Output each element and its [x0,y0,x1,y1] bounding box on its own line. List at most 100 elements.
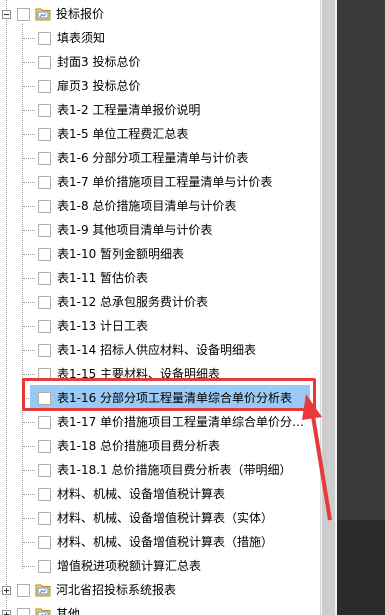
checkbox[interactable] [17,584,30,597]
checkbox[interactable] [38,104,51,117]
tree-item[interactable]: 表1-14 招标人供应材料、设备明细表 [0,338,320,362]
checkbox[interactable] [17,8,30,21]
tree-item[interactable]: 表1-7 单价措施项目工程量清单与计价表 [0,170,320,194]
expand-icon[interactable] [2,610,11,615]
tree-item[interactable]: 表1-18 总价措施项目费分析表 [0,434,320,458]
tree-item[interactable]: 表1-6 分部分项工程量清单与计价表 [0,146,320,170]
tree-branch-line [23,134,35,135]
tree-item[interactable]: 表1-17 单价措施项目工程量清单综合单价分… [0,410,320,434]
checkbox[interactable] [38,464,51,477]
tree-item[interactable]: 材料、机械、设备增值税计算表（措施） [0,530,320,554]
tree-item-label: 填表须知 [57,31,106,45]
tree-item-label: 表1-7 单价措施项目工程量清单与计价表 [57,175,273,189]
tree-item-label: 材料、机械、设备增值税计算表 [57,487,226,501]
folder-icon [35,607,51,615]
tree-branch-line [23,278,35,279]
checkbox[interactable] [38,296,51,309]
tree-folder[interactable]: 其他 [0,602,320,615]
tree-item-label: 封面3 投标总价 [57,55,141,69]
annotation-box [22,378,316,411]
tree-item[interactable]: 表1-18.1 总价措施项目费分析表（带明细） [0,458,320,482]
tree-item-label: 表1-17 单价措施项目工程量清单综合单价分… [57,415,305,429]
tree-branch-line [23,254,35,255]
checkbox[interactable] [38,320,51,333]
folder-icon [35,7,51,21]
tree-item[interactable]: 表1-5 单位工程费汇总表 [0,122,320,146]
tree-item-label: 表1-13 计日工表 [57,319,149,333]
checkbox[interactable] [38,248,51,261]
tree-item[interactable]: 增值税进项税额计算汇总表 [0,554,320,578]
tree-folder-root[interactable]: 投标报价 [0,2,320,26]
tree-item-label: 表1-11 暂估价表 [57,271,149,285]
checkbox[interactable] [38,272,51,285]
tree-item[interactable]: 表1-12 总承包服务费计价表 [0,290,320,314]
checkbox[interactable] [38,440,51,453]
tree-item-label: 表1-8 总价措施项目清单与计价表 [57,199,237,213]
tree-branch-line [23,326,35,327]
checkbox[interactable] [38,512,51,525]
checkbox[interactable] [38,152,51,165]
tree-branch-line [23,374,35,375]
tree-item[interactable]: 材料、机械、设备增值税计算表 [0,482,320,506]
tree-branch-line [23,302,35,303]
tree-branch-line [23,470,35,471]
tree-item[interactable]: 封面3 投标总价 [0,50,320,74]
tree-item-label: 表1-5 单位工程费汇总表 [57,127,189,141]
checkbox[interactable] [38,344,51,357]
folder-icon [35,583,51,597]
scrollbar-thumb[interactable] [322,0,335,615]
tree-branch-line [23,422,35,423]
tree-branch-line [23,542,35,543]
tree-branch-line [23,62,35,63]
tree-item-label: 表1-12 总承包服务费计价表 [57,295,209,309]
checkbox[interactable] [38,560,51,573]
tree-item[interactable]: 材料、机械、设备增值税计算表（实体） [0,506,320,530]
tree-folder[interactable]: 河北省招投标系统报表 [0,578,320,602]
tree-item-label: 表1-2 工程量清单报价说明 [57,103,201,117]
expand-icon[interactable] [2,586,11,595]
tree-item[interactable]: 表1-8 总价措施项目清单与计价表 [0,194,320,218]
tree-item-label: 表1-18 总价措施项目费分析表 [57,439,221,453]
checkbox[interactable] [38,176,51,189]
tree-branch-line [23,110,35,111]
checkbox[interactable] [17,608,30,615]
tree-item-label: 增值税进项税额计算汇总表 [57,559,202,573]
tree-branch-line [23,494,35,495]
tree-branch-line [23,206,35,207]
tree-item-label: 河北省招投标系统报表 [56,583,177,597]
checkbox[interactable] [38,128,51,141]
tree-branch-line [23,446,35,447]
tree-item-label: 投标报价 [56,7,105,21]
collapse-icon[interactable] [2,10,11,19]
checkbox[interactable] [38,536,51,549]
tree-item-label: 材料、机械、设备增值税计算表（实体） [57,511,274,525]
checkbox[interactable] [38,32,51,45]
report-tree: 投标报价 填表须知 封面3 投标总价 扉页3 投标总价 表1-2 工程量清单报价说明 表1… [0,0,320,615]
tree-item[interactable]: 填表须知 [0,26,320,50]
checkbox[interactable] [38,224,51,237]
tree-item[interactable]: 表1-13 计日工表 [0,314,320,338]
tree-item-label: 表1-9 其他项目清单与计价表 [57,223,213,237]
checkbox[interactable] [38,488,51,501]
tree-branch-line [23,86,35,87]
side-panel-upper [337,0,385,520]
tree-branch-line [23,230,35,231]
tree-branch-line [23,566,35,567]
tree-branch-line [23,182,35,183]
tree-item-label: 表1-14 招标人供应材料、设备明细表 [57,343,257,357]
tree-item[interactable]: 表1-11 暂估价表 [0,266,320,290]
tree-branch-line [23,158,35,159]
tree-item[interactable]: 表1-10 暂列金额明细表 [0,242,320,266]
tree-item-label: 表1-10 暂列金额明细表 [57,247,185,261]
checkbox[interactable] [38,56,51,69]
tree-item-label: 表1-6 分部分项工程量清单与计价表 [57,151,249,165]
checkbox[interactable] [38,200,51,213]
checkbox[interactable] [38,80,51,93]
tree-item-label: 表1-18.1 总价措施项目费分析表（带明细） [57,463,292,477]
tree-item[interactable]: 表1-2 工程量清单报价说明 [0,98,320,122]
checkbox[interactable] [38,416,51,429]
tree-item[interactable]: 表1-9 其他项目清单与计价表 [0,218,320,242]
tree-branch-line [23,350,35,351]
tree-item[interactable]: 扉页3 投标总价 [0,74,320,98]
tree-item-label: 扉页3 投标总价 [57,79,141,93]
